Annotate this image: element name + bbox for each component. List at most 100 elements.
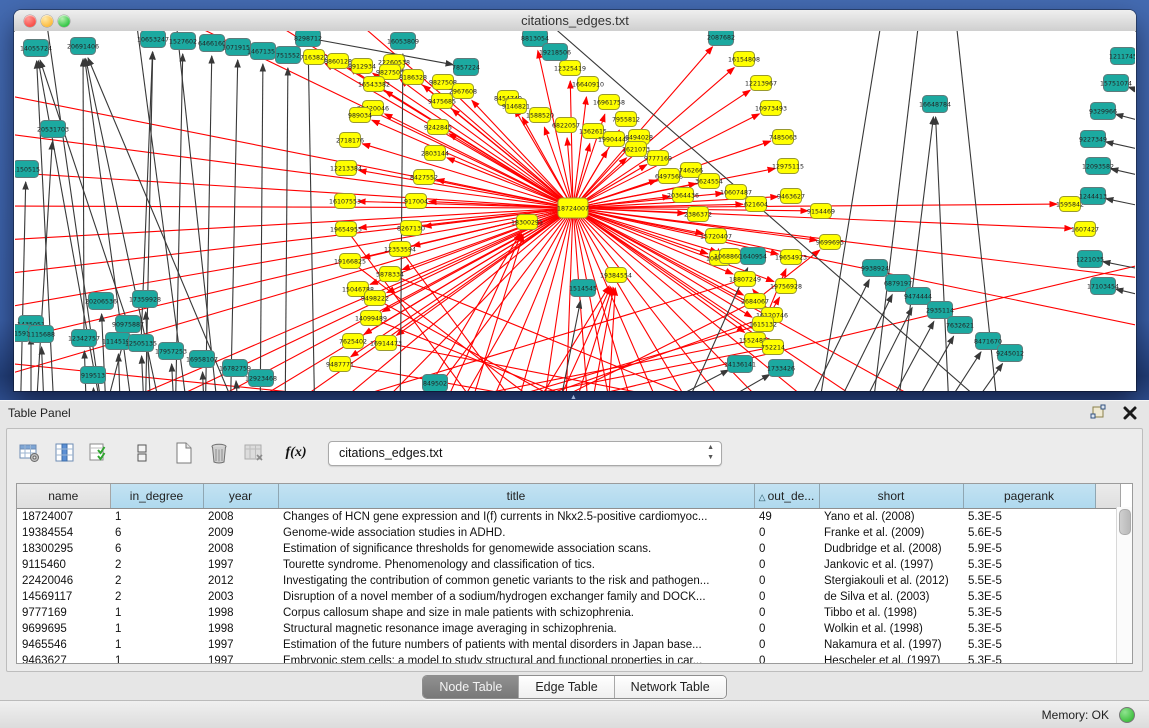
black-edge[interactable] — [1106, 199, 1135, 211]
column-header-in_degree[interactable]: in_degree — [110, 484, 203, 509]
table-vertical-scrollbar[interactable] — [1116, 507, 1132, 663]
graph-node[interactable]: 17957253 — [155, 343, 187, 360]
black-edge[interactable] — [1116, 289, 1135, 301]
graph-node[interactable]: 9475685 — [428, 94, 456, 109]
table-cell[interactable]: 2008 — [203, 541, 278, 557]
table-cell[interactable]: 6 — [110, 525, 203, 541]
table-row[interactable]: 2242004622012Investigating the contribut… — [17, 573, 1120, 589]
graph-node[interactable]: 19654955 — [330, 222, 362, 237]
table-selector-dropdown[interactable]: citations_edges.txt ▲▼ — [328, 441, 722, 466]
black-edge[interactable] — [308, 51, 315, 391]
red-edge[interactable] — [15, 131, 573, 208]
table-cell[interactable]: Genome-wide association studies in ADHD. — [278, 525, 754, 541]
table-cell[interactable]: 1 — [110, 621, 203, 637]
graph-node[interactable]: 9146821 — [502, 99, 530, 114]
table-cell[interactable]: 1 — [110, 509, 203, 526]
black-edge[interactable] — [1116, 114, 1135, 127]
graph-node[interactable]: 19218506 — [539, 44, 571, 61]
table-cell[interactable]: 9463627 — [17, 653, 110, 664]
red-edge[interactable] — [463, 234, 523, 391]
table-cell[interactable]: 0 — [754, 573, 819, 589]
graph-node[interactable]: 12353594 — [384, 242, 416, 257]
table-cell[interactable]: 1997 — [203, 653, 278, 664]
graph-node[interactable]: 2935114 — [926, 302, 954, 319]
red-edge[interactable] — [245, 279, 745, 391]
graph-node[interactable]: 12342757 — [68, 330, 100, 347]
black-edge[interactable] — [175, 54, 183, 391]
table-cell[interactable]: 6 — [110, 541, 203, 557]
graph-node[interactable]: 919513 — [81, 367, 106, 384]
table-cell[interactable]: 19384554 — [17, 525, 110, 541]
graph-node[interactable]: 9487771 — [326, 357, 354, 372]
table-cell[interactable]: 0 — [754, 637, 819, 653]
graph-node[interactable]: 9777169 — [644, 151, 672, 166]
graph-node[interactable]: 751552 — [276, 47, 301, 64]
table-row[interactable]: 1456911722003Disruption of a novel membe… — [17, 589, 1120, 605]
black-edge[interactable] — [675, 374, 770, 391]
graph-node[interactable]: 16154808 — [728, 52, 760, 67]
graph-node[interactable]: 19166825 — [334, 254, 366, 269]
graph-node[interactable]: 2803144 — [421, 146, 449, 161]
graph-node[interactable]: 14136141 — [724, 356, 756, 373]
red-edge[interactable] — [573, 208, 774, 282]
table-cell[interactable]: Corpus callosum shape and size in male p… — [278, 605, 754, 621]
table-cell[interactable]: 49 — [754, 509, 819, 526]
table-cell[interactable]: 2003 — [203, 589, 278, 605]
graph-node[interactable]: 9699695 — [816, 235, 844, 250]
graph-node[interactable]: 16961758 — [593, 95, 625, 110]
network-canvas[interactable]: 1872400771638228860128891293422260538982… — [15, 31, 1135, 391]
column-header-year[interactable]: year — [203, 484, 278, 509]
black-edge[interactable] — [285, 68, 288, 391]
table-cell[interactable]: 2 — [110, 573, 203, 589]
graph-node[interactable]: 9154469 — [807, 204, 835, 219]
black-edge[interactable] — [172, 364, 175, 391]
table-cell[interactable]: Stergiakouli et al. (2012) — [819, 573, 963, 589]
column-header-short[interactable]: short — [819, 484, 963, 509]
table-cell[interactable]: Changes of HCN gene expression and I(f) … — [278, 509, 754, 526]
graph-node[interactable]: 12975115 — [772, 159, 804, 174]
graph-node[interactable]: 12923468 — [245, 370, 277, 387]
red-edge[interactable] — [15, 206, 573, 208]
graph-node[interactable]: 8298712 — [294, 31, 322, 47]
table-cell[interactable]: Tibbo et al. (1998) — [819, 605, 963, 621]
graph-node[interactable]: 9474444 — [904, 288, 932, 305]
graph-node[interactable]: 20206536 — [85, 293, 117, 310]
black-edge[interactable] — [203, 372, 205, 391]
graph-node[interactable]: 9463627 — [777, 189, 805, 204]
table-cell[interactable]: 9699695 — [17, 621, 110, 637]
graph-node[interactable]: 2718176 — [336, 133, 364, 148]
table-cell[interactable]: Investigating the contribution of common… — [278, 573, 754, 589]
black-edge[interactable] — [142, 356, 145, 391]
table-cell[interactable]: 0 — [754, 605, 819, 621]
table-cell[interactable]: Wolkin et al. (1998) — [819, 621, 963, 637]
function-builder-button[interactable]: f(x) — [284, 441, 308, 465]
network-graph[interactable]: 1872400771638228860128891293422260538982… — [15, 31, 1135, 391]
graph-node[interactable]: 16648784 — [919, 96, 951, 113]
graph-node[interactable]: 8186328 — [399, 70, 427, 85]
create-column-button[interactable] — [88, 441, 112, 465]
graph-node[interactable]: 1621073 — [622, 142, 650, 157]
graph-node[interactable]: 7955812 — [612, 112, 640, 127]
table-cell[interactable]: Dudbridge et al. (2008) — [819, 541, 963, 557]
tab-network-table[interactable]: Network Table — [615, 676, 726, 698]
table-row[interactable]: 977716911998Corpus callosum shape and si… — [17, 605, 1120, 621]
graph-node[interactable]: 16053809 — [387, 33, 419, 50]
graph-node[interactable]: 6822057 — [552, 118, 580, 133]
table-cell[interactable]: 5.3E-5 — [963, 589, 1095, 605]
table-cell[interactable]: 0 — [754, 653, 819, 664]
show-column-button[interactable] — [53, 441, 77, 465]
graph-node[interactable]: 752214 — [761, 340, 785, 355]
panel-resize-handle[interactable]: ▲ — [570, 394, 580, 400]
graph-node[interactable]: 1211745 — [1109, 48, 1135, 65]
table-cell[interactable]: Hescheler et al. (1997) — [819, 653, 963, 664]
graph-node[interactable]: 20691406 — [67, 38, 99, 55]
graph-node[interactable]: 14671358 — [247, 43, 279, 60]
graph-node[interactable]: 621604 — [744, 197, 768, 212]
graph-node[interactable]: 15751074 — [1100, 75, 1132, 92]
table-cell[interactable]: 1998 — [203, 605, 278, 621]
delete-table-button[interactable] — [207, 441, 231, 465]
graph-node[interactable]: 7857224 — [452, 59, 480, 76]
graph-node[interactable]: 2967608 — [449, 84, 477, 99]
graph-node[interactable]: 989034 — [348, 108, 372, 123]
graph-node[interactable]: 1244413 — [1079, 188, 1107, 205]
